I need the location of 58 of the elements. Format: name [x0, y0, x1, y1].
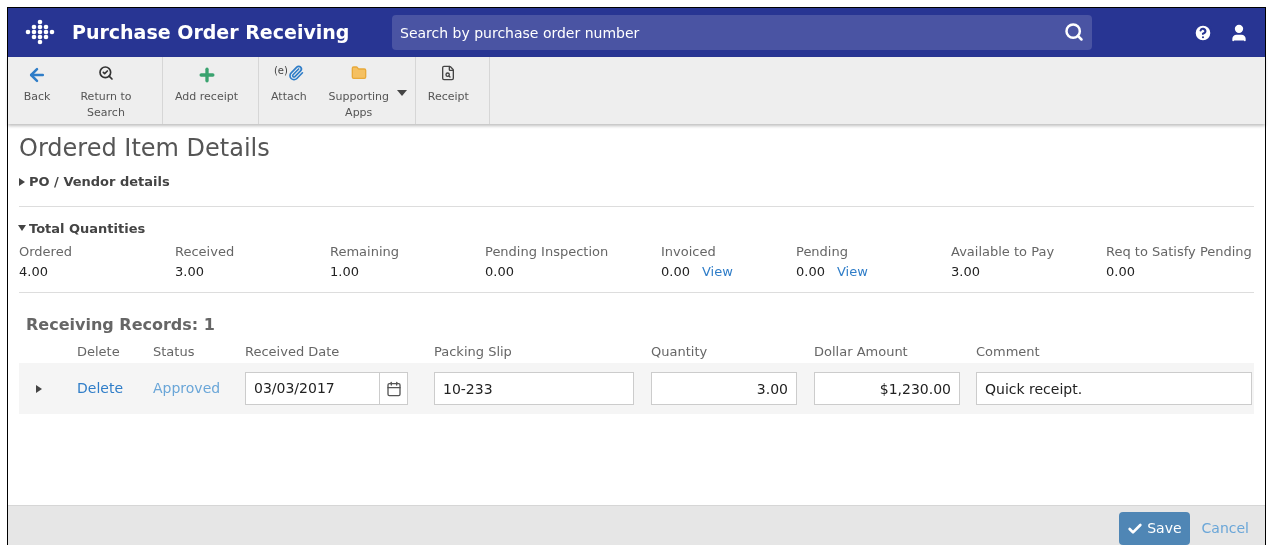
quantity-value: 0.00: [485, 263, 514, 281]
magnifier-icon: [98, 65, 114, 81]
date-field[interactable]: 03/03/2017: [245, 372, 408, 405]
view-link[interactable]: View: [836, 262, 868, 282]
toolbar-button[interactable]: Add receipt: [167, 57, 246, 124]
document-search-icon: [440, 65, 457, 81]
column-header: Received Date: [245, 343, 341, 361]
quantity-value: 3.00: [951, 263, 980, 281]
quantity-value: 4.00: [19, 263, 48, 281]
input-field[interactable]: 10-233: [434, 372, 634, 405]
save-button[interactable]: Save: [1119, 512, 1190, 545]
user-icon[interactable]: [1229, 22, 1249, 43]
toolbar-button[interactable]: Receipt: [419, 57, 477, 124]
badge-label: (e): [273, 65, 288, 77]
column-header: Comment: [976, 343, 1041, 361]
quantity-value: 0.00: [1106, 263, 1135, 281]
quantity-label: Pending Inspection: [485, 243, 610, 261]
input-field[interactable]: Quick receipt.: [976, 372, 1252, 405]
toolbar-button[interactable]: Back: [12, 57, 62, 124]
input-field[interactable]: $1,230.00: [814, 372, 960, 405]
calendar-icon[interactable]: [385, 380, 402, 397]
section-toggle[interactable]: PO / Vendor details: [19, 172, 170, 192]
quantity-label: Pending: [796, 243, 849, 261]
page-title: Ordered Item Details: [19, 133, 271, 164]
column-header: Quantity: [651, 343, 709, 361]
quantity-value: 0.00: [796, 263, 825, 281]
search-icon[interactable]: [1064, 22, 1084, 42]
quantity-value: 1.00: [330, 263, 359, 281]
column-header: Packing Slip: [434, 343, 513, 361]
toolbar-button[interactable]: Return to Search: [62, 57, 150, 124]
quantity-label: Req to Satisfy Pending: [1106, 243, 1253, 261]
column-header: Delete: [77, 343, 121, 361]
quantity-label: Remaining: [330, 243, 401, 261]
section-toggle[interactable]: Total Quantities: [19, 218, 146, 238]
quantity-label: Invoiced: [661, 243, 717, 261]
input-field[interactable]: 3.00: [651, 372, 797, 405]
status-text: Approved: [153, 379, 222, 398]
quantity-value: 3.00: [175, 263, 204, 281]
delete-link[interactable]: Delete: [77, 378, 153, 399]
folder-icon: [350, 65, 367, 81]
triangle-icon: [36, 384, 42, 393]
quantity-label: Received: [175, 243, 236, 261]
paperclip-icon: [287, 65, 304, 81]
column-header: Dollar Amount: [814, 343, 909, 361]
quantity-label: Available to Pay: [951, 243, 1056, 261]
view-link[interactable]: View: [701, 262, 733, 282]
triangle-icon: [19, 177, 25, 186]
logo-icon: [24, 18, 56, 47]
quantity-label: Ordered: [19, 243, 73, 261]
triangle-icon: [18, 225, 26, 232]
quantity-value: 0.00: [661, 263, 690, 281]
toolbar-button[interactable]: Supporting Apps: [314, 57, 403, 124]
records-heading: Receiving Records: 1: [26, 314, 216, 336]
help-icon[interactable]: [1193, 22, 1213, 43]
app-title: Purchase Order Receiving: [72, 20, 351, 46]
search-field[interactable]: Search by purchase order number: [392, 15, 1092, 50]
column-header: Status: [153, 343, 196, 361]
toolbar-button[interactable]: (e) Attach: [263, 57, 315, 124]
